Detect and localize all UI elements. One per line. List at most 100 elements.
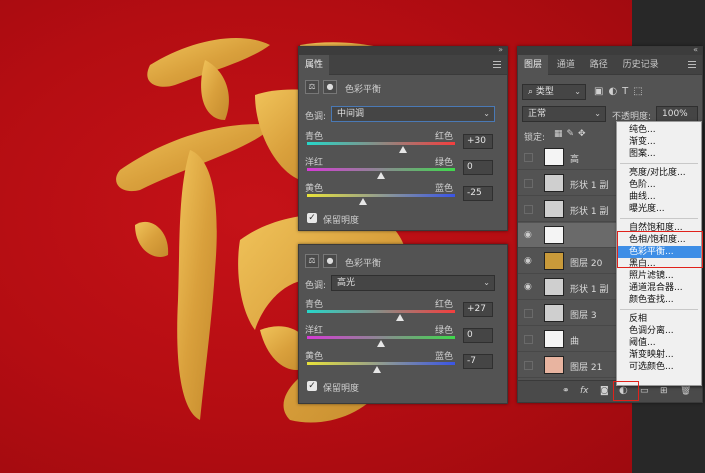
tone-label: 色调:: [305, 281, 327, 291]
mask-icon[interactable]: ◙: [600, 386, 609, 396]
color-slider-track[interactable]: [307, 310, 455, 313]
menu-item[interactable]: 图案...: [617, 148, 701, 160]
menu-item[interactable]: 纯色...: [617, 124, 701, 136]
tab-properties[interactable]: 属性: [299, 55, 330, 75]
layer-row[interactable]: ◉ 图层 20: [518, 249, 618, 274]
menu-item[interactable]: 色调分离...: [617, 325, 701, 337]
slider-thumb[interactable]: [358, 198, 367, 205]
layer-name: 形状 1 副: [570, 285, 609, 295]
menu-item[interactable]: 色阶...: [617, 179, 701, 191]
menu-item[interactable]: 照片滤镜...: [617, 270, 701, 282]
eye-icon[interactable]: ◉: [524, 257, 534, 266]
mask-icon[interactable]: ●: [323, 80, 337, 94]
layer-row[interactable]: 曲: [518, 327, 618, 352]
menu-item[interactable]: 渐变...: [617, 136, 701, 148]
visibility-toggle[interactable]: [524, 361, 533, 370]
slider-row: 青色 红色 +30: [299, 129, 507, 153]
layer-row[interactable]: 高: [518, 145, 618, 170]
layer-row[interactable]: ◉: [518, 223, 618, 248]
layer-row[interactable]: 形状 1 副: [518, 171, 618, 196]
slider-value-input[interactable]: 0: [463, 328, 493, 343]
new-layer-icon[interactable]: ⊞: [660, 386, 668, 396]
slider-value-input[interactable]: +30: [463, 134, 493, 149]
visibility-toggle[interactable]: [524, 205, 533, 214]
slider-left-label: 青色: [305, 132, 324, 142]
slider-thumb[interactable]: [377, 172, 385, 179]
layer-thumbnail: [544, 226, 564, 244]
tone-select[interactable]: 中间调 ⌄: [331, 106, 495, 122]
tone-select-value: 中间调: [337, 109, 365, 119]
layer-name: 形状 1 副: [570, 207, 609, 217]
preserve-luminosity-checkbox[interactable]: ✓: [307, 381, 317, 391]
tab-channels[interactable]: 通道: [551, 55, 581, 75]
filter-icons[interactable]: ▣◐T⬚: [594, 86, 648, 97]
lock-icons[interactable]: ▦✎✥: [554, 129, 590, 139]
menu-item[interactable]: 亮度/对比度...: [617, 167, 701, 179]
slider-right-label: 蓝色: [435, 352, 454, 362]
visibility-toggle[interactable]: [524, 179, 533, 188]
color-slider-track[interactable]: [307, 194, 455, 197]
tab-layers[interactable]: 图层: [518, 55, 549, 75]
collapse-icon[interactable]: «: [693, 47, 698, 54]
preserve-luminosity-label: 保留明度: [323, 384, 360, 394]
slider-right-label: 蓝色: [435, 184, 454, 194]
chevron-down-icon: ⌄: [483, 278, 490, 287]
panel-collapse-bar[interactable]: «: [518, 47, 702, 55]
filter-kind-value: 类型: [535, 87, 554, 97]
panel-menu-icon[interactable]: [688, 61, 696, 68]
slider-value-input[interactable]: -25: [463, 186, 493, 201]
slider-value-input[interactable]: 0: [463, 160, 493, 175]
slider-value-input[interactable]: +27: [463, 302, 493, 317]
menu-item[interactable]: 可选颜色...: [617, 361, 701, 373]
slider-thumb[interactable]: [372, 366, 381, 373]
layer-thumbnail: [544, 278, 564, 296]
color-slider-track[interactable]: [307, 336, 455, 339]
slider-thumb[interactable]: [377, 340, 385, 347]
slider-right-label: 红色: [435, 132, 454, 142]
menu-item[interactable]: 曝光度...: [617, 203, 701, 215]
preserve-luminosity-checkbox[interactable]: ✓: [307, 213, 317, 223]
blend-mode-value: 正常: [528, 109, 547, 119]
layer-filter-select[interactable]: ⌕ 类型 ⌄: [522, 84, 586, 100]
layer-name: 图层 3: [570, 311, 597, 321]
tab-history[interactable]: 历史记录: [617, 55, 665, 75]
properties-panel-highlights: ⚖ ● 色彩平衡 色调: 高光 ⌄ 青色 红色 +27 洋红 绿色 0 黄色 蓝色 -7 ✓ 保…: [298, 244, 508, 404]
menu-item[interactable]: 曲线...: [617, 191, 701, 203]
blend-mode-select[interactable]: 正常 ⌄: [522, 106, 606, 122]
slider-thumb[interactable]: [399, 146, 408, 153]
color-slider-track[interactable]: [307, 168, 455, 171]
eye-icon[interactable]: ◉: [524, 283, 534, 292]
mask-icon[interactable]: ●: [323, 254, 337, 268]
layer-row[interactable]: 形状 1 副: [518, 197, 618, 222]
collapse-icon[interactable]: »: [498, 45, 503, 54]
slider-thumb[interactable]: [396, 314, 405, 321]
color-slider-track[interactable]: [307, 142, 455, 145]
tab-paths[interactable]: 路径: [584, 55, 614, 75]
panel-collapse-bar[interactable]: »: [299, 45, 507, 55]
panel-menu-icon[interactable]: [493, 61, 501, 68]
group-icon[interactable]: ▭: [640, 386, 649, 396]
visibility-toggle[interactable]: [524, 335, 533, 344]
menu-item[interactable]: 渐变映射...: [617, 349, 701, 361]
menu-item[interactable]: 反相: [617, 313, 701, 325]
opacity-input[interactable]: 100%: [656, 106, 698, 122]
visibility-toggle[interactable]: [524, 153, 533, 162]
layers-tabbar: 图层 通道 路径 历史记录: [518, 55, 702, 75]
menu-item[interactable]: 通道混合器...: [617, 282, 701, 294]
visibility-toggle[interactable]: [524, 309, 533, 318]
layer-row[interactable]: 图层 3: [518, 301, 618, 326]
layer-row[interactable]: ◉ 形状 1 副: [518, 275, 618, 300]
slider-value-input[interactable]: -7: [463, 354, 493, 369]
link-icon[interactable]: ⚭: [562, 386, 570, 396]
color-slider-track[interactable]: [307, 362, 455, 365]
tone-select[interactable]: 高光 ⌄: [331, 275, 495, 291]
color-balance-icon: ⚖: [305, 254, 319, 268]
menu-item[interactable]: 颜色查找...: [617, 294, 701, 306]
eye-icon[interactable]: ◉: [524, 231, 534, 240]
layer-row[interactable]: 图层 21: [518, 353, 618, 378]
trash-icon[interactable]: 🗑: [680, 386, 691, 396]
layer-thumbnail: [544, 148, 564, 166]
layer-name: 曲: [570, 337, 580, 347]
fx-icon[interactable]: fx: [580, 386, 589, 396]
menu-item[interactable]: 阈值...: [617, 337, 701, 349]
